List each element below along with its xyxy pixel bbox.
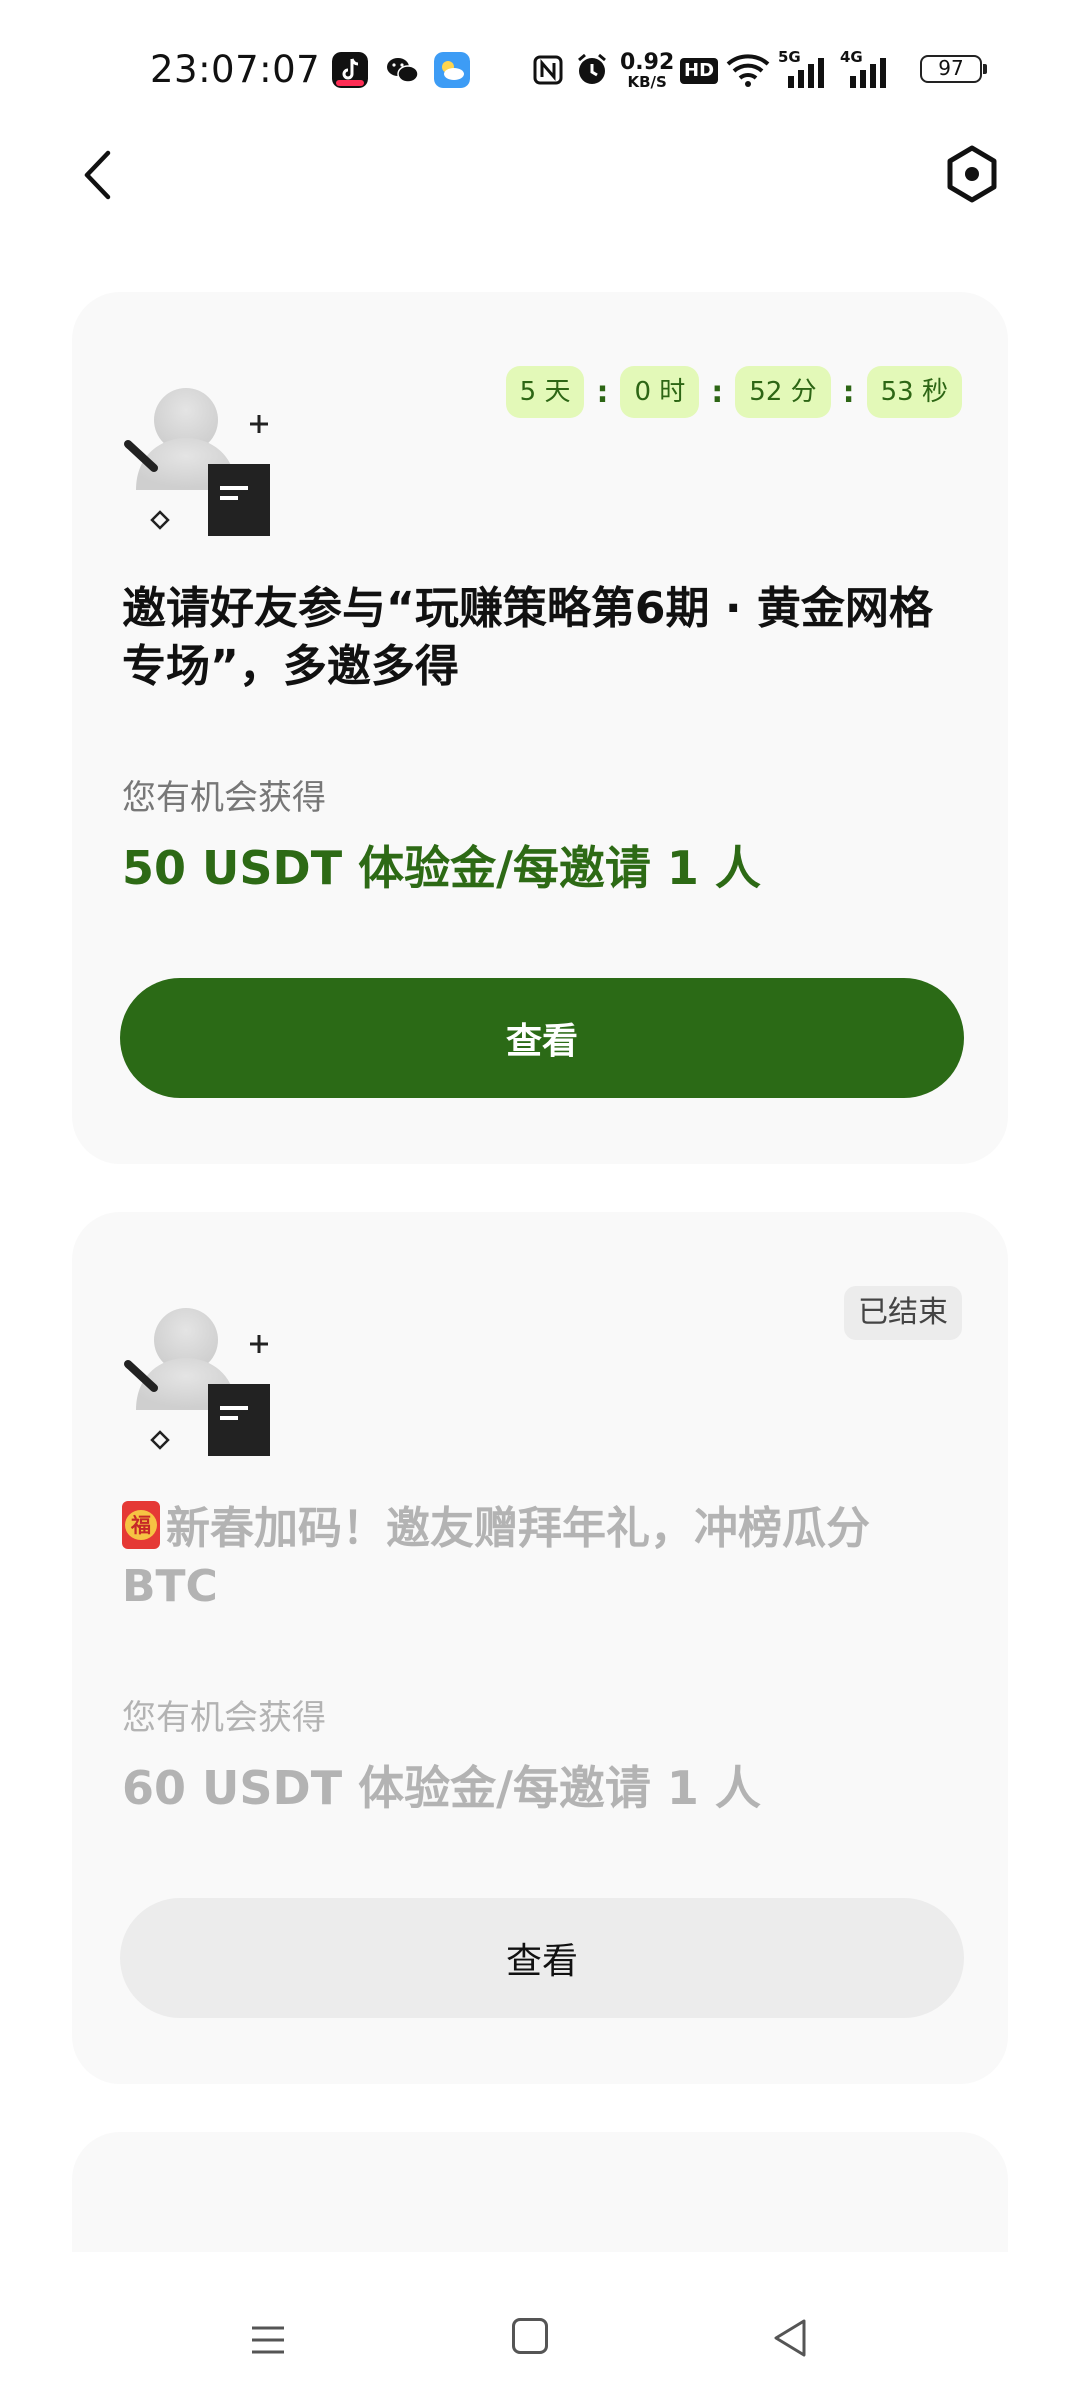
invite-campaign-card: 5 天 : 0 时 : 52 分 : 53 秒 邀请好友参与“玩赚策略第6期 ·… — [72, 292, 1008, 1164]
view-button[interactable]: 查看 — [120, 978, 964, 1098]
campaign-card-partial — [72, 2132, 1008, 2252]
signal-5g-icon: 5G — [778, 48, 828, 88]
alarm-icon — [578, 53, 606, 84]
campaign-title: 新春加码！邀友赠拜年礼，冲榜瓜分BTC — [122, 1500, 962, 1616]
settings-button[interactable] — [940, 142, 1004, 206]
status-time: 23:07:07 — [150, 48, 321, 91]
chevron-left-icon — [84, 150, 111, 200]
reward-label: 您有机会获得 — [122, 778, 326, 818]
battery-icon: 97 — [920, 55, 987, 83]
wechat-app-icon — [387, 58, 419, 83]
signal-4g-icon: 4G — [840, 48, 890, 88]
reward-value: 50 USDT 体验金/每邀请 1 人 — [122, 841, 761, 895]
campaign-title-text: 新春加码！邀友赠拜年礼，冲榜瓜分BTC — [122, 1503, 870, 1612]
ended-campaign-card: 已结束 新春加码！邀友赠拜年礼，冲榜瓜分BTC 您有机会获得 60 USDT 体… — [72, 1212, 1008, 2084]
reward-label: 您有机会获得 — [122, 1698, 326, 1738]
back-button[interactable] — [72, 140, 122, 210]
hexagon-settings-icon — [947, 145, 997, 203]
nfc-icon — [533, 55, 563, 85]
net-speed: 0.92 KB/S — [620, 50, 675, 91]
campaign-title: 邀请好友参与“玩赚策略第6期 · 黄金网格专场”，多邀多得 — [122, 583, 933, 692]
weather-app-icon — [434, 52, 470, 88]
countdown-separator: : — [596, 374, 609, 410]
countdown-hours: 0 时 — [620, 366, 700, 418]
menu-icon[interactable] — [248, 2320, 288, 2360]
status-bar: 23:07:07 0.92 KB/S HD 5G 4G 97 — [0, 0, 1080, 120]
reward-value: 60 USDT 体验金/每邀请 1 人 — [122, 1761, 761, 1815]
countdown-minutes: 52 分 — [735, 366, 831, 418]
status-badge: 已结束 — [844, 1286, 962, 1340]
countdown-separator: : — [711, 374, 724, 410]
invite-friend-illustration-icon — [124, 1308, 270, 1456]
triangle-back-icon[interactable] — [770, 2316, 810, 2360]
invite-friend-illustration-icon — [124, 388, 270, 536]
view-button[interactable]: 查看 — [120, 1898, 964, 2018]
countdown-seconds: 53 秒 — [866, 366, 962, 418]
countdown-days: 5 天 — [505, 366, 585, 418]
countdown-timer: 5 天 : 0 时 : 52 分 : 53 秒 — [505, 366, 962, 418]
countdown-separator: : — [842, 374, 855, 410]
hd-badge: HD — [680, 58, 719, 84]
red-envelope-icon — [122, 1501, 160, 1549]
home-square-icon[interactable] — [512, 2318, 548, 2354]
tiktok-app-icon — [332, 52, 368, 88]
wifi-icon — [726, 54, 770, 87]
